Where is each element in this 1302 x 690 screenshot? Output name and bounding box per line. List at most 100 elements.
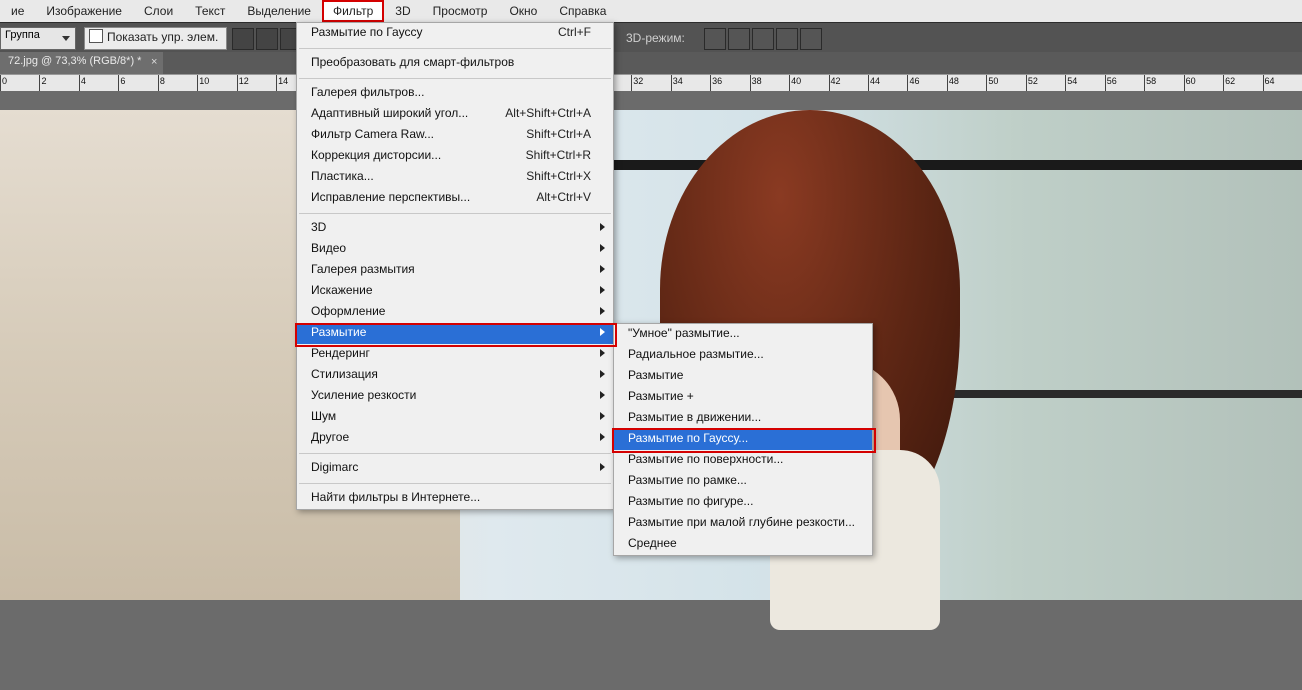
mi-g2-3[interactable]: Искажение [297, 281, 613, 302]
submenu-item-4[interactable]: Размытие в движении... [614, 408, 872, 429]
menu-item-label: Другое [311, 430, 349, 444]
menu-item-shortcut: Alt+Ctrl+V [536, 190, 591, 204]
mi-g2-9[interactable]: Шум [297, 407, 613, 428]
submenu-item-label: Размытие в движении... [628, 410, 761, 424]
menu-item-label: Рендеринг [311, 346, 370, 360]
mi-g1-4[interactable]: Пластика...Shift+Ctrl+X [297, 167, 613, 188]
mi-g2-10[interactable]: Другое [297, 428, 613, 449]
menu-item-label: Стилизация [311, 367, 378, 381]
menu-item-label: Пластика... [311, 169, 374, 183]
mi-g2-5[interactable]: Размытие [297, 323, 613, 344]
submenu-item-label: Размытие + [628, 389, 694, 403]
mi-g2-4[interactable]: Оформление [297, 302, 613, 323]
submenu-arrow-icon [600, 328, 605, 336]
checkbox-box [89, 29, 103, 43]
submenu-item-9[interactable]: Размытие при малой глубине резкости... [614, 513, 872, 534]
submenu-arrow-icon [600, 286, 605, 294]
menu-view[interactable]: Просмотр [422, 0, 499, 22]
mi-digimarc[interactable]: Digimarc [297, 458, 613, 479]
submenu-item-2[interactable]: Размытие [614, 366, 872, 387]
mi-g2-6[interactable]: Рендеринг [297, 344, 613, 365]
submenu-item-3[interactable]: Размытие + [614, 387, 872, 408]
mi-last-filter[interactable]: Размытие по ГауссуCtrl+F [297, 23, 613, 44]
mi-g1-3[interactable]: Коррекция дисторсии... Shift+Ctrl+R [297, 146, 613, 167]
camera-icon[interactable] [800, 28, 822, 50]
submenu-arrow-icon [600, 307, 605, 315]
align-center-icon[interactable] [256, 28, 278, 50]
mi-convert-smart[interactable]: Преобразовать для смарт-фильтров [297, 53, 613, 74]
menu-help[interactable]: Справка [548, 0, 617, 22]
menu-item-label: Шум [311, 409, 336, 423]
submenu-item-1[interactable]: Радиальное размытие... [614, 345, 872, 366]
submenu-item-7[interactable]: Размытие по рамке... [614, 471, 872, 492]
align-left-icon[interactable] [232, 28, 254, 50]
menu-item-label: Искажение [311, 283, 373, 297]
slide-icon[interactable] [776, 28, 798, 50]
submenu-item-label: Размытие по фигуре... [628, 494, 753, 508]
menu-item-label: Галерея фильтров... [311, 85, 424, 99]
pan-icon[interactable] [752, 28, 774, 50]
submenu-arrow-icon [600, 265, 605, 273]
mi-g2-1[interactable]: Видео [297, 239, 613, 260]
menubar: ие Изображение Слои Текст Выделение Филь… [0, 0, 1302, 23]
close-icon[interactable]: × [151, 56, 157, 68]
submenu-item-label: "Умное" размытие... [628, 326, 740, 340]
menu-image[interactable]: Изображение [35, 0, 133, 22]
submenu-arrow-icon [600, 463, 605, 471]
mi-g1-5[interactable]: Исправление перспективы...Alt+Ctrl+V [297, 188, 613, 209]
document-tabs: 72.jpg @ 73,3% (RGB/8*) * × [0, 52, 1302, 74]
menu-item-shortcut: Shift+Ctrl+A [526, 127, 591, 141]
menu-item-label: Коррекция дисторсии... [311, 148, 441, 162]
mi-browse-online[interactable]: Найти фильтры в Интернете... [297, 488, 613, 509]
options-bar: Группа Показать упр. элем. 3D-режим: [0, 22, 1302, 53]
menu-window[interactable]: Окно [498, 0, 548, 22]
menu-item-shortcut: Shift+Ctrl+R [526, 148, 591, 162]
show-transform-controls-checkbox[interactable]: Показать упр. элем. [84, 27, 227, 50]
submenu-arrow-icon [600, 370, 605, 378]
submenu-item-10[interactable]: Среднее [614, 534, 872, 555]
menu-separator [299, 213, 611, 214]
menu-item-label: Усиление резкости [311, 388, 416, 402]
menu-item-label: Адаптивный широкий угол... [311, 106, 468, 120]
submenu-arrow-icon [600, 391, 605, 399]
mi-g1-1[interactable]: Адаптивный широкий угол... Alt+Shift+Ctrl… [297, 104, 613, 125]
submenu-item-0[interactable]: "Умное" размытие... [614, 324, 872, 345]
group-select[interactable]: Группа [0, 27, 76, 50]
submenu-item-6[interactable]: Размытие по поверхности... [614, 450, 872, 471]
submenu-item-8[interactable]: Размытие по фигуре... [614, 492, 872, 513]
mi-g1-2[interactable]: Фильтр Camera Raw... Shift+Ctrl+A [297, 125, 613, 146]
menu-3d[interactable]: 3D [384, 0, 421, 22]
menu-edit-frag[interactable]: ие [0, 0, 35, 22]
mi-g1-0[interactable]: Галерея фильтров... [297, 83, 613, 104]
menu-item-label: Фильтр Camera Raw... [311, 127, 434, 141]
menu-text[interactable]: Текст [184, 0, 236, 22]
mi-g2-7[interactable]: Стилизация [297, 365, 613, 386]
submenu-item-5[interactable]: Размытие по Гауссу... [614, 429, 872, 450]
menu-item-label: Видео [311, 241, 346, 255]
menu-item-label: 3D [311, 220, 326, 234]
menu-separator [299, 483, 611, 484]
submenu-item-label: Среднее [628, 536, 677, 550]
menu-layers[interactable]: Слои [133, 0, 184, 22]
mi-g2-2[interactable]: Галерея размытия [297, 260, 613, 281]
submenu-item-label: Размытие по поверхности... [628, 452, 783, 466]
orbit-icon[interactable] [704, 28, 726, 50]
menu-select[interactable]: Выделение [236, 0, 322, 22]
submenu-item-label: Радиальное размытие... [628, 347, 764, 361]
menu-item-label: Digimarc [311, 460, 358, 474]
menu-item-shortcut: Alt+Shift+Ctrl+A [505, 106, 591, 120]
menu-separator [299, 48, 611, 49]
menu-item-label: Найти фильтры в Интернете... [311, 490, 480, 504]
mi-g2-0[interactable]: 3D [297, 218, 613, 239]
menu-separator [299, 78, 611, 79]
blur-submenu: "Умное" размытие... Радиальное размытие..… [613, 323, 873, 556]
menu-item-label: Преобразовать для смарт-фильтров [311, 55, 514, 69]
menu-filter[interactable]: Фильтр [322, 0, 384, 22]
submenu-item-label: Размытие [628, 368, 683, 382]
document-tab-title: 72.jpg @ 73,3% (RGB/8*) * [8, 55, 141, 67]
menu-separator [299, 453, 611, 454]
mi-g2-8[interactable]: Усиление резкости [297, 386, 613, 407]
submenu-arrow-icon [600, 244, 605, 252]
roll-icon[interactable] [728, 28, 750, 50]
submenu-arrow-icon [600, 223, 605, 231]
